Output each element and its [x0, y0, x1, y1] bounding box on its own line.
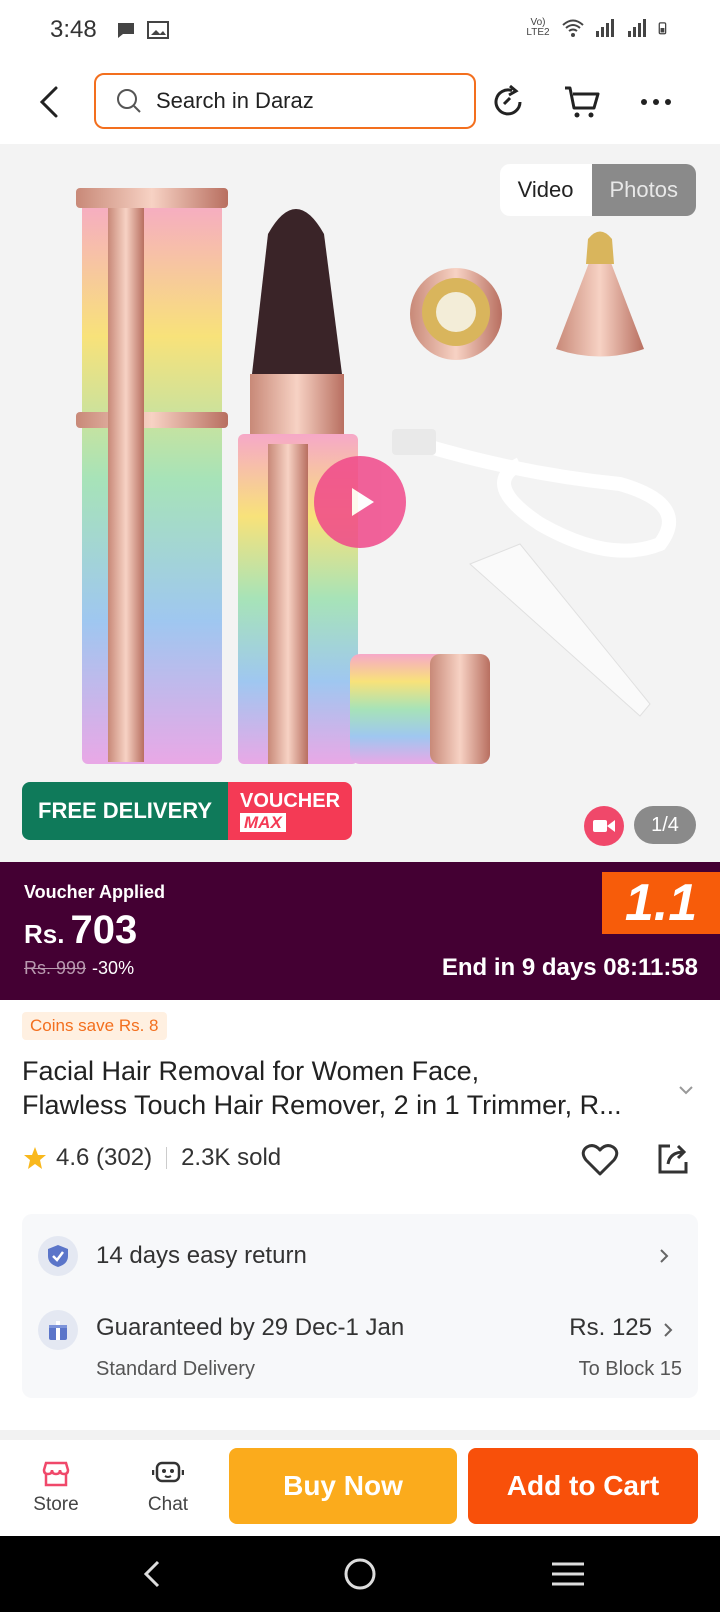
status-bar: 3:48 Vo) LTE2 [0, 0, 720, 60]
video-camera-button[interactable] [584, 806, 624, 846]
delivery-guarantee-text: Guaranteed by 29 Dec-1 Jan [96, 1314, 405, 1341]
play-video-button[interactable] [314, 456, 406, 548]
delivery-method-text: Standard Delivery [96, 1358, 255, 1380]
delivery-fee: Rs. 125 [569, 1314, 652, 1341]
chevron-right-icon [664, 1323, 673, 1337]
voucher-max-label: VOUCHER MAX [228, 782, 353, 840]
system-navigation-bar [0, 1536, 720, 1612]
delivery-row[interactable]: Guaranteed by 29 Dec-1 Jan Standard Deli… [38, 1308, 682, 1388]
signal-icon-2 [628, 19, 646, 37]
chat-button[interactable]: Chat [128, 1460, 208, 1530]
coins-save-badge: Coins save Rs. 8 [22, 1012, 167, 1040]
chevron-right-icon [660, 1249, 669, 1263]
add-to-cart-button[interactable]: Add to Cart [468, 1448, 698, 1524]
chat-notification-icon [117, 23, 134, 38]
more-options-icon[interactable] [636, 82, 676, 122]
price-currency: Rs. [24, 919, 65, 949]
voucher-price-bar: Voucher Applied Rs. 703 Rs. 999 -30% 1.1 E… [0, 862, 720, 1000]
star-icon [24, 1147, 46, 1169]
return-policy-row[interactable]: 14 days easy return [38, 1234, 682, 1278]
search-icon [117, 89, 141, 113]
promo-banner: FREE DELIVERY VOUCHER MAX [22, 782, 353, 840]
original-price: Rs. 999 [24, 958, 87, 978]
chat-icon [152, 1461, 184, 1483]
battery-icon [658, 22, 667, 35]
rating-value: 4.6 (302) [56, 1144, 153, 1171]
voucher-text: VOUCHER [240, 789, 341, 812]
system-home-icon[interactable] [340, 1554, 380, 1594]
image-counter: 1/4 [634, 806, 696, 844]
store-icon [42, 1461, 70, 1487]
wishlist-heart-icon[interactable] [580, 1140, 620, 1180]
product-title-line-1: Facial Hair Removal for Women Face, [22, 1056, 480, 1086]
rating-divider [166, 1147, 168, 1169]
status-right-icons: Vo) LTE2 [524, 18, 672, 38]
max-text: MAX [240, 812, 286, 832]
search-placeholder: Search in Daraz [156, 88, 314, 113]
campaign-badge: 1.1 [602, 872, 720, 934]
shield-check-icon [38, 1236, 78, 1276]
free-delivery-label: FREE DELIVERY [22, 782, 228, 840]
voucher-applied-label: Voucher Applied [24, 882, 166, 902]
expand-chevron-icon[interactable] [676, 1080, 696, 1100]
sold-count: 2.3K sold [181, 1144, 282, 1171]
buy-now-button[interactable]: Buy Now [229, 1448, 457, 1524]
store-label: Store [33, 1494, 79, 1515]
chat-label: Chat [147, 1494, 189, 1515]
return-policy-text: 14 days easy return [96, 1242, 307, 1269]
product-title[interactable]: Facial Hair Removal for Women Face, Flaw… [22, 1054, 662, 1122]
discount-percent: -30% [92, 958, 135, 978]
top-header: Search in Daraz [0, 60, 720, 144]
wifi-icon [562, 19, 584, 37]
rating-row[interactable]: 4.6 (302) 2.3K sold [22, 1144, 281, 1172]
media-toggle: Video Photos [499, 164, 696, 216]
system-back-icon[interactable] [134, 1554, 174, 1594]
product-gallery[interactable]: Video Photos FREE DELIVERY VOUCHER MAX 1… [0, 144, 720, 862]
tab-photos[interactable]: Photos [591, 164, 696, 216]
old-price-row: Rs. 999 -30% [24, 958, 134, 979]
current-price: Rs. 703 [24, 908, 137, 953]
back-arrow-icon[interactable] [32, 80, 68, 124]
bottom-action-bar: Store Chat Buy Now Add to Cart [0, 1440, 720, 1536]
product-title-line-2: Flawless Touch Hair Remover, 2 in 1 Trim… [22, 1090, 622, 1120]
store-button[interactable]: Store [16, 1460, 96, 1530]
play-icon [352, 488, 374, 516]
tab-video[interactable]: Video [499, 164, 592, 216]
search-bar[interactable]: Search in Daraz [94, 73, 476, 129]
delivery-destination: To Block 15 [578, 1358, 682, 1380]
gallery-notification-icon [146, 21, 169, 39]
status-time: 3:48 [50, 16, 97, 43]
refresh-icon[interactable] [488, 82, 528, 122]
delivery-card: 14 days easy return Guaranteed by 29 Dec… [22, 1214, 698, 1398]
system-menu-icon[interactable] [548, 1554, 588, 1594]
price-amount: 703 [70, 908, 138, 952]
countdown-timer: End in 9 days 08:11:58 [441, 954, 698, 981]
delivery-box-icon [38, 1310, 78, 1350]
status-left-icons [115, 20, 169, 40]
share-icon[interactable] [654, 1140, 692, 1178]
cart-icon[interactable] [562, 82, 602, 122]
video-camera-icon [593, 820, 615, 832]
signal-icon-1 [596, 19, 614, 37]
section-divider [0, 1430, 720, 1440]
volte-label: Vo) LTE2 [526, 17, 550, 38]
